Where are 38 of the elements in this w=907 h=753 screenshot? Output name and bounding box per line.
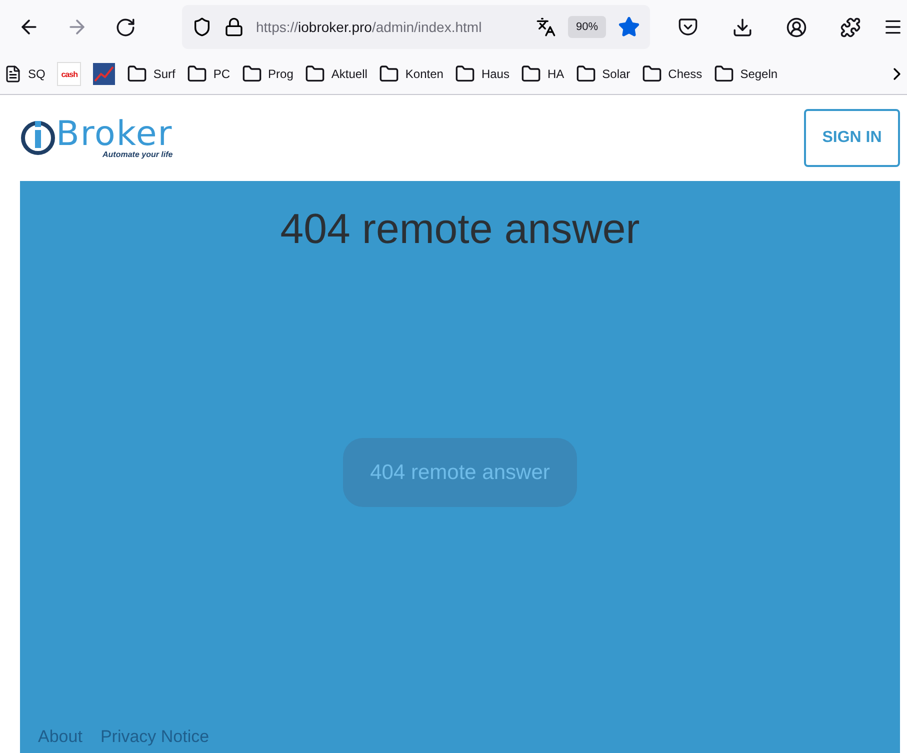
bookmark[interactable] xyxy=(93,63,116,85)
folder-icon xyxy=(714,64,734,84)
bookmark[interactable]: Surf xyxy=(127,64,176,84)
bookmark[interactable]: Haus xyxy=(455,64,510,84)
folder-icon xyxy=(576,64,596,84)
folder-icon xyxy=(127,64,148,84)
shield-icon xyxy=(192,17,212,37)
bookmark-star-icon[interactable] xyxy=(618,16,640,38)
bookmark[interactable]: Segeln xyxy=(714,64,778,84)
folder-icon xyxy=(242,64,262,84)
bookmark[interactable]: Prog xyxy=(242,64,294,84)
account-icon[interactable] xyxy=(786,16,806,38)
extensions-icon[interactable] xyxy=(840,16,860,38)
address-bar[interactable]: https://iobroker.pro/admin/index.html 90% xyxy=(182,5,650,49)
folder-icon xyxy=(379,64,400,84)
url-text: https://iobroker.pro/admin/index.html xyxy=(256,19,483,35)
translate-icon[interactable] xyxy=(536,17,556,37)
bookmark[interactable]: PC xyxy=(187,64,230,84)
bookmark[interactable]: Konten xyxy=(379,64,444,84)
folder-icon xyxy=(305,64,326,84)
pocket-icon[interactable] xyxy=(678,17,698,37)
reload-icon[interactable] xyxy=(114,16,136,38)
lock-icon xyxy=(224,17,244,37)
folder-icon xyxy=(187,64,208,84)
bookmark[interactable]: cash xyxy=(57,62,82,86)
folder-icon xyxy=(521,64,542,84)
folder-icon xyxy=(455,64,476,84)
page-icon xyxy=(4,65,22,83)
bookmark[interactable]: Solar xyxy=(576,64,630,84)
bookmark[interactable]: Aktuell xyxy=(305,64,368,84)
logo: Broker Automate your life xyxy=(20,118,173,158)
bookmark[interactable]: Chess xyxy=(642,64,702,84)
zoom-level[interactable]: 90% xyxy=(568,16,606,38)
bookmark[interactable]: SQ xyxy=(4,65,46,83)
bookmark[interactable]: HA xyxy=(521,64,564,84)
page-title: 404 remote answer xyxy=(280,205,640,253)
download-icon[interactable] xyxy=(732,16,752,38)
folder-icon xyxy=(642,64,662,84)
